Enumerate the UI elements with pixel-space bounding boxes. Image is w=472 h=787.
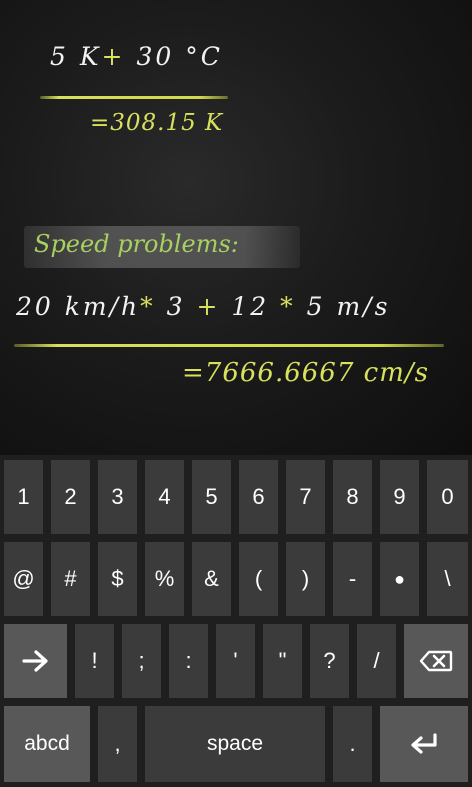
key-backspace[interactable] [404, 624, 468, 698]
key-minus[interactable]: - [333, 542, 372, 616]
enter-icon [411, 733, 437, 754]
problem1-value-a: 5 [50, 42, 69, 71]
key-abcd[interactable]: abcd [4, 706, 90, 782]
key-close-paren[interactable]: ) [286, 542, 325, 616]
key-9[interactable]: 9 [380, 460, 419, 534]
key-shift[interactable] [4, 624, 67, 698]
problem2-expression: 20 km/h* 3 + 12 * 5 m/s [16, 292, 390, 321]
calculator-board: 5 K+ 30 °C =308.15 K Speed problems: 20 … [0, 0, 472, 455]
key-enter[interactable] [380, 706, 468, 782]
problem1-value-b: 30 [136, 42, 175, 71]
key-backslash[interactable]: \ [427, 542, 468, 616]
problem1-unit-a: K [79, 42, 102, 71]
key-dollar[interactable]: $ [98, 542, 137, 616]
key-slash[interactable]: / [357, 624, 396, 698]
key-7[interactable]: 7 [286, 460, 325, 534]
key-space[interactable]: space [145, 706, 325, 782]
problem2-op2: + [196, 292, 221, 321]
key-open-paren[interactable]: ( [239, 542, 278, 616]
arrow-right-icon [21, 650, 48, 672]
key-percent[interactable]: % [145, 542, 184, 616]
problem2-op3: * [280, 292, 296, 321]
key-5[interactable]: 5 [192, 460, 231, 534]
key-question[interactable]: ? [310, 624, 349, 698]
key-comma[interactable]: , [98, 706, 137, 782]
key-period[interactable]: . [333, 706, 372, 782]
problem2-op1: * [140, 292, 156, 321]
key-bullet[interactable]: ● [380, 542, 419, 616]
key-quote[interactable]: " [263, 624, 302, 698]
problem2-value-b: 12 [231, 292, 270, 321]
problem2-result: =7666.6667 cm/s [182, 358, 429, 388]
key-3[interactable]: 3 [98, 460, 137, 534]
key-1[interactable]: 1 [4, 460, 43, 534]
key-6[interactable]: 6 [239, 460, 278, 534]
key-semicolon[interactable]: ; [122, 624, 161, 698]
problem2-unit-a: km/h [64, 292, 141, 321]
key-hash[interactable]: # [51, 542, 90, 616]
key-exclamation[interactable]: ! [75, 624, 114, 698]
problem2-factor-b: 5 [306, 292, 326, 321]
key-0[interactable]: 0 [427, 460, 468, 534]
key-2[interactable]: 2 [51, 460, 90, 534]
key-4[interactable]: 4 [145, 460, 184, 534]
problem1-unit-b: °C [185, 42, 223, 71]
problem2-divider [14, 344, 444, 347]
problem2-unit-b: m/s [336, 292, 391, 321]
section-title: Speed problems: [34, 230, 239, 258]
problem1-divider [40, 96, 228, 99]
problem1-result: =308.15 K [90, 110, 224, 136]
key-apostrophe[interactable]: ' [216, 624, 255, 698]
problem1-operator: + [101, 42, 126, 71]
key-at[interactable]: @ [4, 542, 43, 616]
on-screen-keyboard: 1 2 3 4 5 6 7 8 9 0 @ # $ % & ( ) - ● \ … [0, 455, 472, 787]
key-ampersand[interactable]: & [192, 542, 231, 616]
key-colon[interactable]: : [169, 624, 208, 698]
problem2-value-a: 20 [16, 292, 54, 321]
key-8[interactable]: 8 [333, 460, 372, 534]
problem2-factor-a: 3 [166, 292, 186, 321]
backspace-icon [419, 650, 453, 672]
problem1-expression: 5 K+ 30 °C [50, 42, 223, 71]
